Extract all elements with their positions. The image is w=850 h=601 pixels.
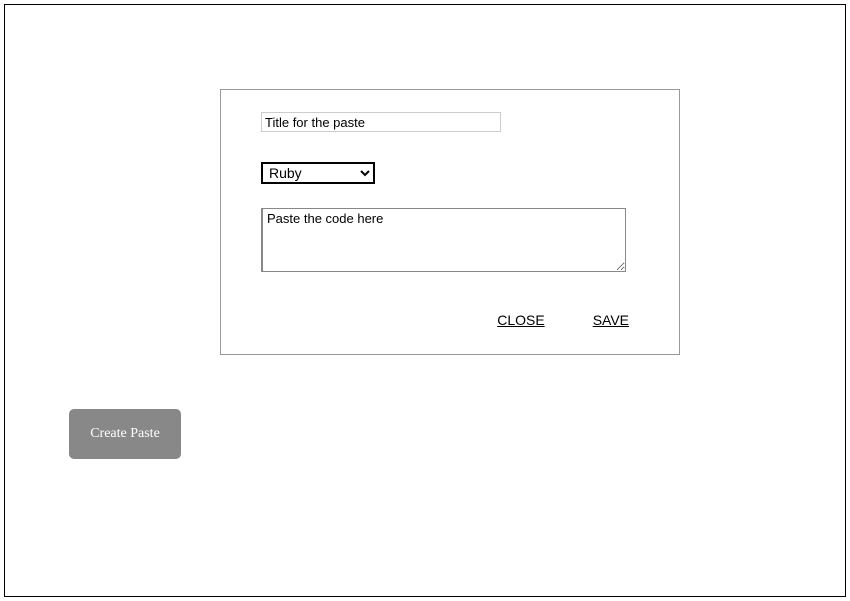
- paste-modal: Ruby CLOSE SAVE: [220, 89, 680, 355]
- create-paste-button[interactable]: Create Paste: [69, 409, 181, 459]
- close-button[interactable]: CLOSE: [497, 312, 544, 328]
- paste-title-input[interactable]: [261, 112, 501, 132]
- language-select[interactable]: Ruby: [261, 162, 375, 184]
- code-textarea[interactable]: [261, 208, 626, 272]
- outer-frame: Ruby CLOSE SAVE Create Paste: [4, 4, 846, 597]
- save-button[interactable]: SAVE: [593, 312, 629, 328]
- modal-actions: CLOSE SAVE: [497, 312, 629, 328]
